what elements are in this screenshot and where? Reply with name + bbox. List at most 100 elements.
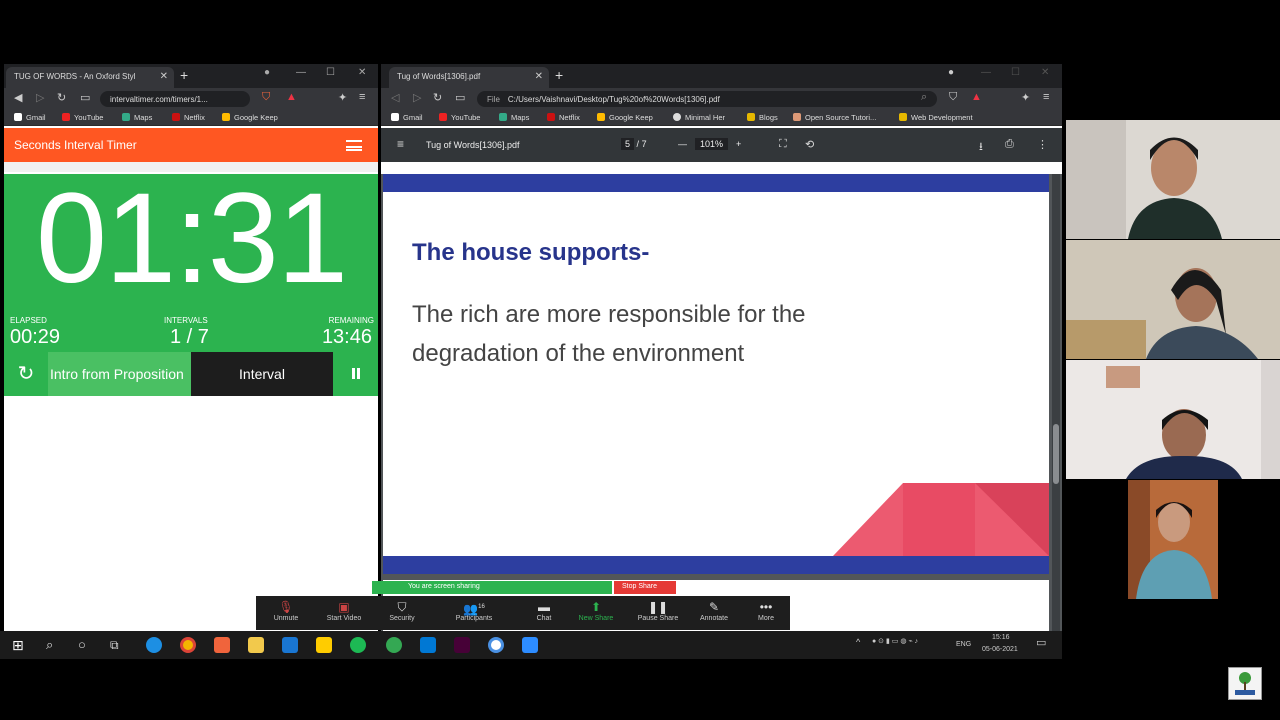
restart-icon[interactable]: ↻ — [4, 352, 48, 396]
bookmark-youtube[interactable]: YouTube — [62, 113, 103, 122]
sticky-notes-icon[interactable] — [316, 637, 332, 653]
bookmark-icon[interactable]: ▭ — [455, 91, 465, 104]
print-icon[interactable]: ⎙ — [1005, 138, 1014, 151]
bookmark-google-keep[interactable]: Google Keep — [222, 113, 278, 122]
search-icon[interactable]: ⌕ — [46, 637, 62, 653]
tab-pdf[interactable]: Tug of Words[1306].pdf ✕ — [389, 67, 549, 88]
participant-video-4[interactable] — [1128, 480, 1218, 599]
minimize-icon[interactable]: — — [296, 67, 306, 78]
menu-icon[interactable]: ≡ — [1043, 91, 1049, 103]
zoom-in-icon[interactable]: + — [736, 139, 741, 149]
bookmark-blogs[interactable]: Blogs — [747, 113, 778, 122]
pdf-scrollbar[interactable] — [1052, 174, 1060, 631]
unmute-button[interactable]: 🎙 Unmute — [256, 599, 316, 622]
windows-start-icon[interactable]: ⊞ — [12, 637, 28, 653]
start-video-button[interactable]: ▣ Start Video — [314, 599, 374, 622]
bookmark-youtube[interactable]: YouTube — [439, 113, 480, 122]
bookmark-minimal-her[interactable]: Minimal Her — [673, 113, 725, 122]
tray-icons[interactable]: ● ⊙ ▮ ▭ ◍ ⌁ ♪ — [872, 637, 918, 645]
task-view-icon[interactable]: ⧉ — [110, 637, 126, 653]
sidebar-menu-icon[interactable]: ≡ — [397, 137, 404, 151]
extensions-icon[interactable]: ✦ — [338, 91, 347, 104]
forward-icon[interactable]: ▷ — [36, 91, 44, 104]
participant-video-2[interactable] — [1066, 240, 1280, 359]
brave-rewards-icon[interactable]: ▲ — [286, 91, 297, 103]
rotate-icon[interactable]: ⟲ — [805, 138, 814, 151]
file-explorer-icon[interactable] — [248, 637, 264, 653]
forward-icon[interactable]: ▷ — [413, 91, 421, 104]
bookmark-gmail[interactable]: Gmail — [391, 113, 423, 122]
stop-share-button[interactable]: Stop Share — [614, 581, 676, 594]
zoom-level[interactable]: 101% — [695, 138, 729, 150]
close-window-icon[interactable]: ✕ — [1041, 67, 1049, 78]
cortana-icon[interactable]: ○ — [78, 637, 94, 653]
edge-icon[interactable] — [146, 637, 162, 653]
clock-time[interactable]: 15:16 — [992, 634, 1010, 641]
zoom-icon[interactable]: ⌕ — [921, 91, 927, 104]
pause-share-button[interactable]: ❚❚ Pause Share — [628, 599, 688, 622]
download-icon[interactable]: ⭳ — [979, 138, 983, 157]
maximize-icon[interactable]: ☐ — [326, 67, 335, 78]
bookmark-icon[interactable]: ▭ — [80, 91, 90, 104]
url-field[interactable]: intervaltimer.com/timers/1... — [100, 91, 250, 107]
maximize-icon[interactable]: ☐ — [1011, 67, 1020, 78]
brave-shield-icon[interactable]: ⛉ — [949, 91, 957, 104]
bookmark-google-keep[interactable]: Google Keep — [597, 113, 653, 122]
bookmark-netflix[interactable]: Netflix — [172, 113, 205, 122]
bookmark-gmail[interactable]: Gmail — [14, 113, 46, 122]
bookmark-open-source[interactable]: Open Source Tutori... — [793, 113, 876, 122]
spotify-icon[interactable] — [350, 637, 366, 653]
brave-shield-icon[interactable]: ⛉ — [262, 91, 270, 104]
bookmark-web-development[interactable]: Web Development — [899, 113, 973, 122]
brave-rewards-icon[interactable]: ▲ — [971, 91, 982, 103]
tab-tug-of-words[interactable]: TUG OF WORDS - An Oxford Styl ✕ — [6, 67, 174, 88]
reload-icon[interactable]: ↻ — [433, 91, 442, 104]
back-icon[interactable]: ◁ — [391, 91, 399, 104]
reload-icon[interactable]: ↻ — [57, 91, 66, 104]
close-window-icon[interactable]: ✕ — [358, 67, 366, 78]
next-phase[interactable]: Interval — [191, 352, 333, 396]
new-tab-icon[interactable]: + — [180, 67, 188, 83]
more-button[interactable]: ••• More — [736, 599, 796, 622]
extensions-icon[interactable]: ✦ — [1021, 91, 1030, 104]
mail-icon[interactable] — [282, 637, 298, 653]
hamburger-menu-icon[interactable] — [346, 140, 362, 151]
pause-icon[interactable] — [333, 352, 378, 396]
participant-video-1[interactable] — [1066, 120, 1280, 239]
url-field[interactable]: File C:/Users/Vaishnavi/Desktop/Tug%20of%… — [477, 91, 937, 107]
participant-video-3[interactable] — [1066, 360, 1280, 479]
zoom-out-icon[interactable]: — — [678, 139, 687, 149]
bookmark-maps[interactable]: Maps — [499, 113, 529, 122]
close-tab-icon[interactable]: ✕ — [535, 71, 543, 82]
close-tab-icon[interactable]: ✕ — [160, 71, 168, 82]
security-button[interactable]: ⛉ Security — [372, 599, 432, 622]
pdf-viewer[interactable]: The house supports- The rich are more re… — [381, 174, 1062, 631]
scroll-thumb[interactable] — [1053, 424, 1059, 484]
more-options-icon[interactable]: ⋮ — [1037, 138, 1048, 151]
bookmark-netflix[interactable]: Netflix — [547, 113, 580, 122]
new-tab-icon[interactable]: + — [555, 67, 563, 83]
adobe-xd-icon[interactable] — [454, 637, 470, 653]
language-indicator[interactable]: ENG — [956, 641, 971, 648]
minimize-icon[interactable]: — — [981, 67, 991, 78]
vscode-icon[interactable] — [420, 637, 436, 653]
brave-icon[interactable] — [214, 637, 230, 653]
current-phase[interactable]: Intro from Proposition — [48, 352, 191, 396]
page-current[interactable]: 5 — [621, 138, 635, 150]
fit-page-icon[interactable]: ⛶ — [779, 138, 787, 151]
app-icon[interactable] — [386, 637, 402, 653]
menu-icon[interactable]: ≡ — [359, 91, 365, 103]
bookmark-maps[interactable]: Maps — [122, 113, 152, 122]
zoom-app-icon[interactable] — [522, 637, 538, 653]
participants-button[interactable]: 👥16 Participants — [444, 599, 504, 622]
chrome-icon[interactable] — [180, 637, 196, 653]
page-indicator[interactable]: 5 / 7 — [621, 138, 647, 150]
annotate-button[interactable]: ✎ Annotate — [684, 599, 744, 622]
chat-button[interactable]: ▬ Chat — [514, 599, 574, 622]
notification-icon[interactable]: ▭ — [1036, 636, 1046, 649]
back-icon[interactable]: ◀ — [14, 91, 22, 104]
clock-date[interactable]: 05-06-2021 — [982, 646, 1018, 653]
browser-app-icon[interactable] — [488, 637, 504, 653]
new-share-button[interactable]: ⬆ New Share — [566, 599, 626, 622]
tray-chevron-icon[interactable]: ^ — [856, 637, 860, 647]
